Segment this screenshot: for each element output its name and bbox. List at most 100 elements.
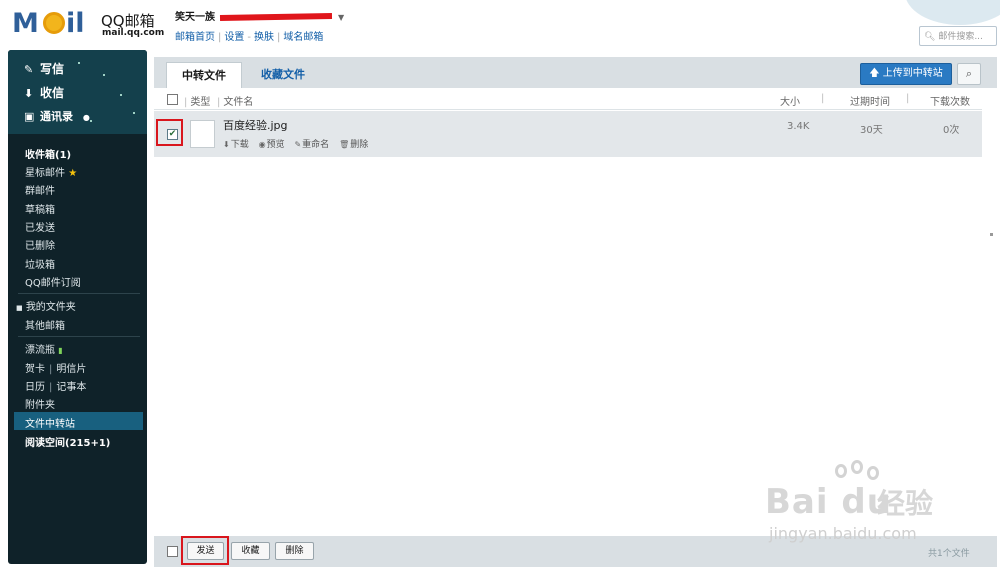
sidebar-item-inbox[interactable]: 收件箱(1) bbox=[25, 146, 71, 161]
sidebar-item-sent[interactable]: 已发送 bbox=[25, 219, 55, 234]
link-separator: | bbox=[218, 32, 222, 43]
col-size: 大小 bbox=[780, 97, 800, 108]
sidebar-item-starred[interactable]: 星标邮件 ★ bbox=[25, 164, 77, 179]
link-skin[interactable]: 换肤 bbox=[254, 32, 274, 43]
link-settings[interactable]: 设置 bbox=[224, 32, 244, 43]
col-expire-sep: | bbox=[906, 93, 910, 104]
sidebar-item-greeting-card[interactable]: 贺卡 bbox=[25, 364, 45, 375]
user-nickname: 笑天一族 bbox=[175, 12, 215, 23]
sidebar-item-drift-bottle[interactable]: 漂流瓶 ▮ bbox=[25, 341, 63, 356]
select-all-checkbox-footer[interactable] bbox=[167, 546, 178, 557]
sidebar-item-attachments[interactable]: 附件夹 bbox=[25, 396, 55, 411]
row-checkbox[interactable]: ✔ bbox=[167, 129, 178, 140]
sidebar-item-other-mailbox[interactable]: 其他邮箱 bbox=[25, 317, 65, 332]
sidebar-item-subscriptions[interactable]: QQ邮件订阅 bbox=[25, 274, 81, 289]
link-mail-home[interactable]: 邮箱首页 bbox=[175, 32, 215, 43]
mail-search-input[interactable]: 🔍︎ 邮件搜索... bbox=[919, 26, 997, 46]
col-type: | 类型 bbox=[184, 97, 211, 108]
header-decoration bbox=[905, 0, 1000, 25]
pen-icon: ✎ bbox=[24, 63, 34, 76]
top-links: 邮箱首页 | 设置 - 换肤 | 域名邮箱 bbox=[175, 28, 344, 43]
compose-label: 写信 bbox=[40, 62, 65, 76]
watermark-url: jingyan.baidu.com bbox=[769, 524, 917, 543]
sidebar-item-calendar[interactable]: 日历 bbox=[25, 382, 45, 393]
check-icon: ✔ bbox=[168, 129, 177, 139]
select-all-checkbox[interactable] bbox=[167, 94, 178, 105]
sidebar-item-group-mail[interactable]: 群邮件 bbox=[25, 182, 55, 197]
logo-letters-il: il bbox=[66, 8, 85, 39]
rename-link[interactable]: ✎重命名 bbox=[294, 140, 329, 150]
search-placeholder: 邮件搜索... bbox=[938, 32, 983, 42]
receive-button[interactable]: ⬇ 收信 bbox=[24, 84, 64, 101]
search-icon: 🔍︎ bbox=[924, 32, 936, 42]
chevron-down-icon[interactable]: ▼ bbox=[338, 13, 344, 22]
star-decoration bbox=[103, 74, 105, 76]
contacts-icon: ▣ bbox=[24, 110, 35, 123]
sidebar-item-label: 星标邮件 bbox=[25, 168, 65, 179]
file-thumbnail[interactable] bbox=[190, 120, 215, 148]
table-row[interactable]: ✔ 百度经验.jpg ⬇下载 ◉预览 ✎重命名 🗑︎删除 3.4K 30天 0次 bbox=[154, 111, 982, 157]
qq-mail-logo[interactable]: M il QQ邮箱 mail.qq.com bbox=[12, 6, 165, 40]
collect-button[interactable]: 收藏 bbox=[231, 542, 270, 560]
link-separator: | bbox=[276, 32, 281, 43]
tab-bar: 中转文件 收藏文件 🡅 上传到中转站 ⌕ bbox=[154, 57, 997, 88]
sidebar: ✎ 写信 ⬇ 收信 ▣ 通讯录 ● 收件箱(1) 星标邮件 ★ 群邮件 草稿箱 已发送… bbox=[8, 50, 147, 564]
tab-collected-files[interactable]: 收藏文件 bbox=[247, 62, 319, 88]
baidu-jingyan-watermark: Bai du 经验 jingyan.baidu.com bbox=[765, 460, 965, 550]
sidebar-item-calendar-notes: 日历 | 记事本 bbox=[25, 378, 86, 393]
sidebar-item-label: 我的文件夹 bbox=[25, 302, 76, 313]
contacts-button[interactable]: ▣ 通讯录 ● bbox=[24, 108, 90, 124]
preview-link[interactable]: ◉预览 bbox=[259, 140, 285, 150]
search-icon: ⌕ bbox=[965, 67, 973, 80]
sidebar-item-postcard[interactable]: 明信片 bbox=[56, 364, 86, 375]
col-size-sep: | bbox=[821, 93, 825, 104]
bottle-icon: ▮ bbox=[58, 346, 63, 355]
watermark-brand: Bai du bbox=[765, 482, 892, 522]
delete-button[interactable]: 删除 bbox=[275, 542, 314, 560]
scrollbar-track[interactable] bbox=[982, 88, 997, 536]
eye-icon: ◉ bbox=[258, 140, 266, 149]
sidebar-item-reading-space[interactable]: 阅读空间(215+1) bbox=[25, 434, 110, 449]
upload-arrow-icon: 🡅 bbox=[869, 68, 880, 79]
sidebar-actions-panel: ✎ 写信 ⬇ 收信 ▣ 通讯录 ● bbox=[8, 50, 147, 134]
sidebar-item-transfer-station[interactable]: 文件中转站 bbox=[25, 415, 75, 430]
link-domain-mail[interactable]: 域名邮箱 bbox=[283, 32, 323, 43]
expand-icon[interactable]: ■ bbox=[16, 304, 23, 312]
download-link[interactable]: ⬇下载 bbox=[223, 140, 249, 150]
sidebar-item-notes[interactable]: 记事本 bbox=[56, 382, 86, 393]
delete-link[interactable]: 🗑︎删除 bbox=[339, 140, 368, 150]
preview-label: 预览 bbox=[266, 140, 285, 150]
sidebar-item-spam[interactable]: 垃圾箱 bbox=[25, 256, 55, 271]
user-account[interactable]: 笑天一族 ▼ bbox=[175, 8, 344, 23]
file-size: 3.4K bbox=[787, 121, 810, 132]
nav-separator: | bbox=[49, 382, 53, 393]
sidebar-item-drafts[interactable]: 草稿箱 bbox=[25, 201, 55, 216]
link-separator: - bbox=[247, 32, 251, 43]
download-label: 下载 bbox=[230, 140, 249, 150]
file-list-header: | 类型 | 文件名 大小 | 过期时间 | 下载次数 bbox=[154, 88, 982, 110]
star-decoration bbox=[120, 94, 122, 96]
tab-transfer-files[interactable]: 中转文件 bbox=[166, 62, 242, 88]
nav-separator: | bbox=[49, 364, 53, 375]
logo-o-circle bbox=[43, 12, 65, 34]
rename-label: 重命名 bbox=[302, 140, 330, 150]
receive-label: 收信 bbox=[40, 86, 65, 100]
col-expire: 过期时间 bbox=[850, 97, 890, 108]
file-expire: 30天 bbox=[860, 125, 883, 136]
logo-domain-text: mail.qq.com bbox=[102, 28, 165, 38]
star-decoration bbox=[78, 62, 80, 64]
compose-button[interactable]: ✎ 写信 bbox=[24, 60, 64, 77]
col-type-label: 类型 bbox=[190, 97, 211, 108]
sidebar-item-cards: 贺卡 | 明信片 bbox=[25, 360, 86, 375]
search-files-button[interactable]: ⌕ bbox=[957, 63, 981, 85]
paw-toe bbox=[851, 460, 863, 474]
sidebar-item-my-folders[interactable]: ■ 我的文件夹 bbox=[16, 298, 76, 313]
send-button[interactable]: 发送 bbox=[187, 542, 224, 560]
star-decoration bbox=[90, 120, 92, 122]
file-name[interactable]: 百度经验.jpg bbox=[223, 117, 288, 133]
sidebar-item-deleted[interactable]: 已删除 bbox=[25, 237, 55, 252]
col-downloads: 下载次数 bbox=[930, 97, 970, 108]
upload-to-station-button[interactable]: 🡅 上传到中转站 bbox=[860, 63, 952, 85]
file-downloads: 0次 bbox=[943, 125, 960, 136]
paw-toe bbox=[835, 464, 847, 478]
